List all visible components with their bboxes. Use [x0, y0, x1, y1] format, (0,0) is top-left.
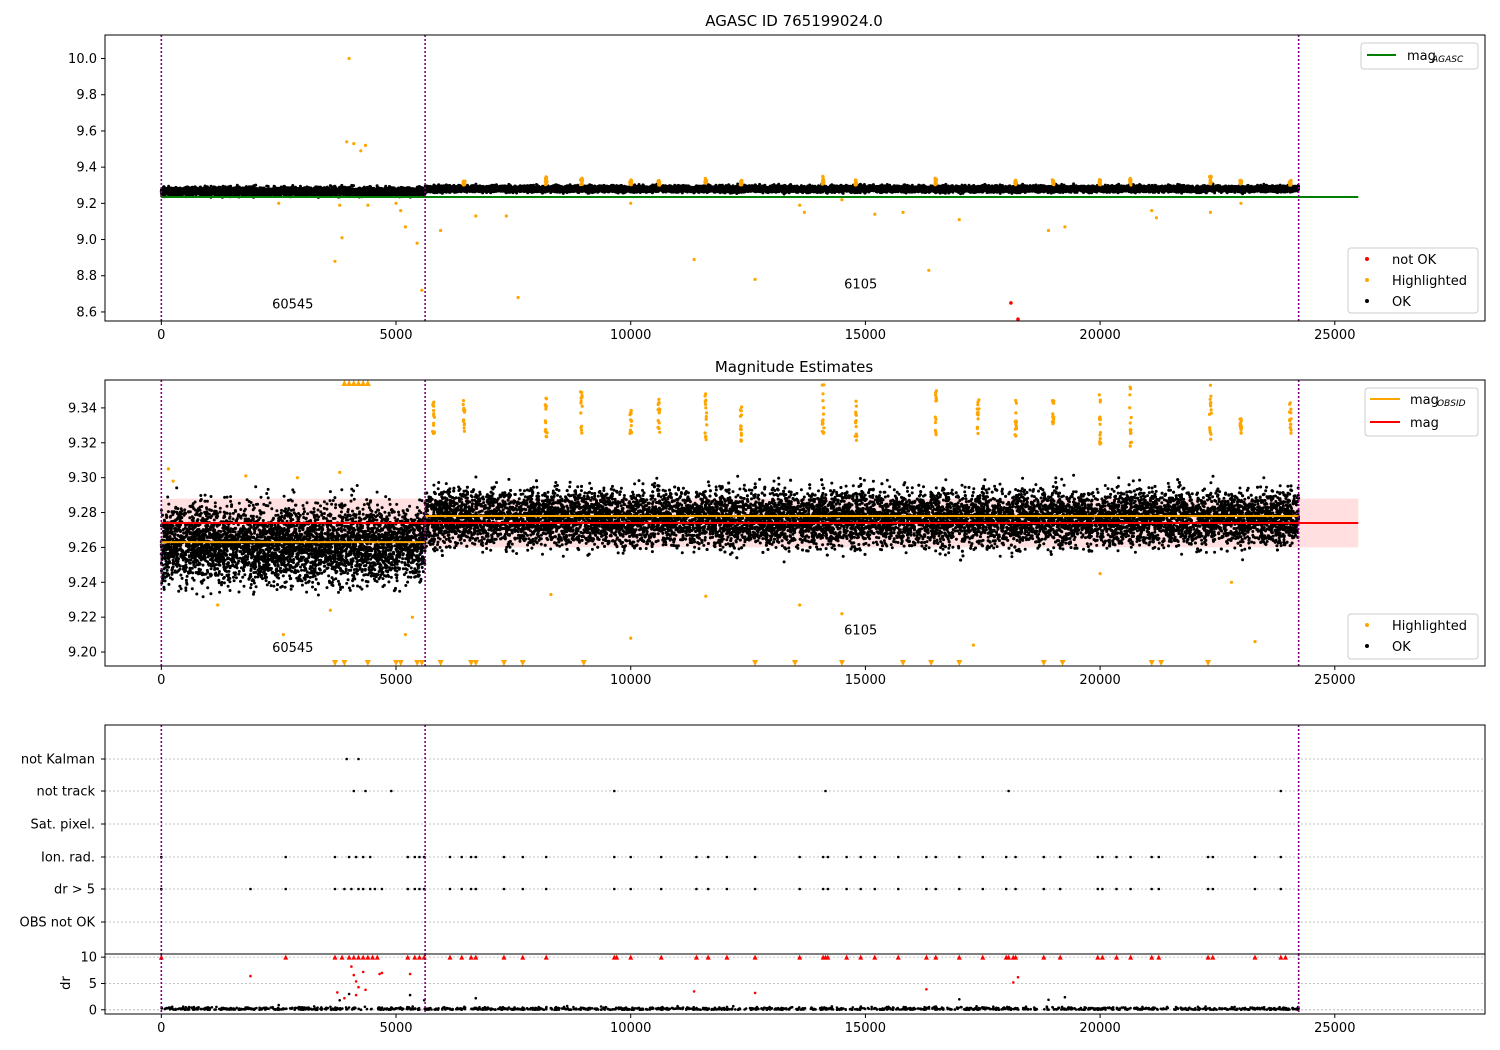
panel-top-ok-point	[344, 190, 348, 194]
panel-top-ok-point	[247, 190, 250, 194]
panel-top-ok-point	[290, 186, 294, 190]
panel-top-ok-point	[313, 189, 317, 193]
panel-top-ok-point	[209, 184, 213, 188]
panel-top-ok-point	[350, 183, 354, 187]
panel-top-ok-point	[350, 189, 353, 193]
panel-top-ok-point	[331, 189, 335, 193]
panel-top-ok-point	[258, 186, 262, 190]
panel-top-ok-point	[312, 187, 316, 191]
panel-top-ok-point	[233, 190, 237, 193]
panel-top-ok-point	[381, 192, 385, 196]
panel-top-ok-point	[278, 187, 282, 191]
panel-top-ok-point	[272, 188, 276, 192]
panel-top-ok-point	[211, 188, 215, 192]
panel-top-ok-point	[318, 192, 322, 196]
panel-top-ok-point	[353, 191, 357, 195]
panel-top-ok-point	[286, 186, 290, 190]
panel-top-ok-point	[298, 188, 302, 192]
panel-top-ok-point	[315, 189, 319, 193]
panel-top-ok-point	[411, 193, 415, 197]
panel-top-ok-point	[331, 185, 335, 189]
panel-top-ok-point	[190, 185, 194, 189]
panel-top-ok-point	[199, 190, 203, 194]
panel-top-ok-point	[318, 189, 322, 193]
panel-top-ok-point	[368, 190, 372, 194]
panel-top-ok-point	[296, 193, 300, 197]
panel-top-ok-point	[406, 190, 410, 194]
panel-top-ok-point	[228, 188, 232, 192]
panel-top-ok-point	[308, 188, 312, 192]
panel-top-ok-point	[177, 188, 181, 192]
panel-top-ok-point	[170, 192, 174, 196]
panel-top-ok-point	[362, 185, 366, 189]
panel-top-ok-point	[404, 190, 407, 194]
panel-top-ok-point	[309, 191, 313, 195]
bands-layer	[105, 498, 1485, 1011]
panel-top-ok-point	[338, 191, 342, 195]
panel-top-ok-point	[262, 188, 266, 192]
panel-top-ok-point	[382, 189, 386, 193]
panel-top-ok-point	[253, 187, 257, 191]
panel-top-ok-point	[362, 189, 366, 193]
panel-top-ok-point	[229, 184, 233, 188]
panel-top-ok-point	[404, 192, 408, 196]
panel-top-ok-point	[325, 186, 329, 190]
panel-top-ok-point	[416, 190, 419, 194]
panel-top-ok-point	[282, 193, 286, 197]
panel-top-ok-point	[334, 189, 338, 193]
panel-top-ok-point	[205, 186, 208, 189]
panel-top-ok-point	[238, 190, 242, 194]
panel-top-ok-point	[181, 191, 185, 195]
panel-top-ok-point	[356, 191, 360, 195]
panel-top-ok-point	[301, 188, 305, 192]
panel-top-ok-point	[203, 190, 207, 194]
panel-top-ok-point	[254, 183, 258, 187]
panel-top-ok-point	[247, 185, 251, 189]
panel-top-ok-point	[163, 190, 167, 194]
panel-top-ok-point	[293, 188, 297, 192]
panel-top-ok-point	[354, 187, 358, 191]
panel-top-ok-point	[397, 192, 401, 196]
panel-top-ok-point	[393, 192, 397, 196]
panel-top-ok-point	[222, 186, 226, 190]
panel-top-ok-point	[349, 193, 353, 196]
panel-top-ok-point	[282, 184, 286, 188]
panel-top-ok-point	[266, 187, 270, 191]
panel-top-ok-point	[263, 191, 267, 195]
panel-top-ok-point	[282, 190, 286, 194]
panel-top-ok-point	[193, 189, 197, 193]
panel-top-ok-point	[223, 190, 226, 194]
panel-top-ok-point	[178, 192, 182, 196]
panel-top-ok-point	[374, 189, 378, 193]
panel-top-ok-point	[328, 184, 332, 188]
panel-top-ok-point	[253, 192, 257, 196]
panel-top-ok-point	[287, 192, 291, 196]
panel-top-ok-point	[231, 187, 235, 191]
panel-top-ok-point	[171, 188, 175, 191]
panel-top-ok-point	[243, 188, 247, 192]
panel-top-ok-point	[275, 192, 279, 196]
panel-top-ok-point	[391, 189, 395, 193]
panel-top-ok-point	[266, 191, 270, 195]
panel-top-ok-point	[219, 191, 223, 195]
panel-top-ok-point	[405, 187, 409, 191]
panel-top-ok-point	[272, 191, 276, 195]
panel-top-ok-point	[167, 187, 171, 191]
panel-top-ok-point	[401, 188, 404, 192]
panel-top-ok-point	[299, 191, 303, 195]
panel-top-ok-point	[209, 190, 213, 194]
figure: 0 5000 10000 15000 20000 250008.68.89.09.29.4…	[20, 12, 1486, 1036]
panel-top-ok-point	[332, 192, 336, 196]
panel-top-ok-point	[325, 189, 329, 193]
panel-top-ok-point	[237, 185, 241, 189]
panel-top-ok-point	[421, 191, 424, 195]
panel-top-ok-point	[196, 187, 200, 191]
panel-top-ok-point	[388, 191, 392, 195]
panel-top-ok-point	[186, 190, 190, 194]
panel-top-ok-point	[371, 192, 375, 196]
panel-top-ok-point	[366, 186, 370, 190]
panel-top-ok-point	[385, 189, 389, 193]
panel-top-ok-point	[266, 184, 270, 188]
